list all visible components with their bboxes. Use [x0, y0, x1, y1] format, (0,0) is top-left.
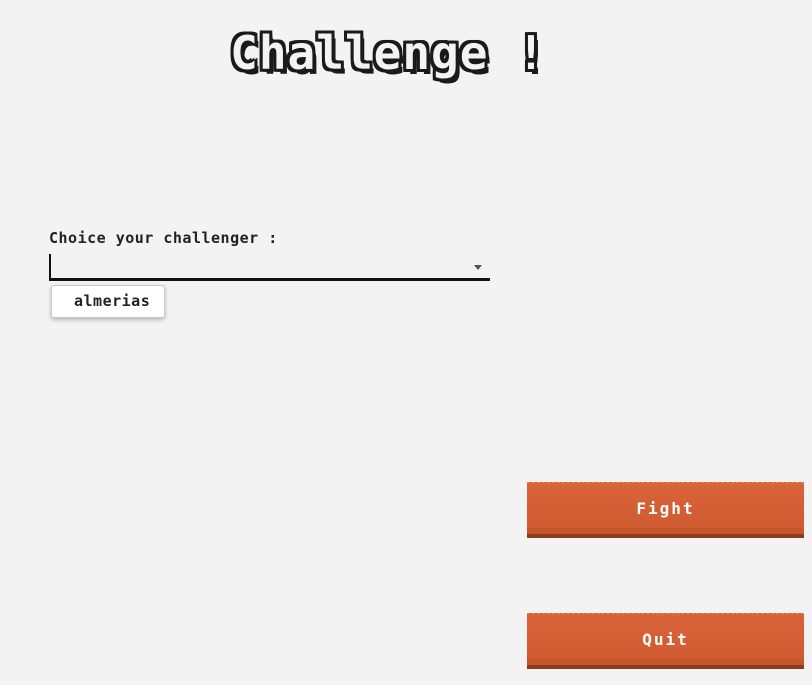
challenger-select[interactable] [49, 254, 490, 281]
quit-button[interactable]: Quit [527, 613, 804, 669]
challenge-screen: Challenge ! Choice your challenger : alm… [0, 0, 812, 685]
page-title: Challenge ! [230, 26, 546, 80]
chevron-down-icon [474, 265, 482, 270]
challenger-select-label: Choice your challenger : [49, 229, 278, 247]
challenger-option[interactable]: almerias [52, 286, 164, 317]
challenger-option-list: almerias [51, 285, 166, 318]
fight-button[interactable]: Fight [527, 482, 804, 538]
